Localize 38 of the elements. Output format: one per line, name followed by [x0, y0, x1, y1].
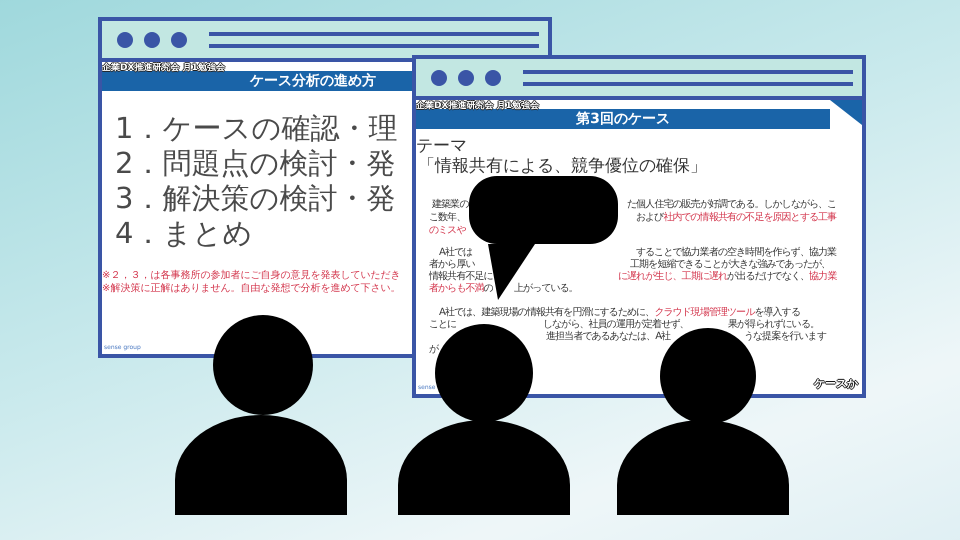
- case-text-fragment: こ数年、: [429, 212, 466, 223]
- case-text-fragment: 工期を短縮できることが大きな強みであったが、: [630, 259, 830, 270]
- theme-label: テーマ: [416, 136, 467, 156]
- caption-text: ケースか: [814, 376, 858, 391]
- note-text: ※２，３，は各事務所の参加者にご自身の意見を発表していただき: [102, 269, 400, 282]
- window-dot-icon[interactable]: [171, 32, 187, 48]
- corner-triangle-icon: [830, 100, 862, 125]
- window-dot-icon[interactable]: [144, 32, 160, 48]
- step-text: 1．ケースの確認・理: [115, 111, 398, 146]
- case-text-fragment: しながら、社員の運用が定着せず、: [543, 319, 689, 330]
- case-text-fragment: た個人住宅の販売が好調である。しかしながら、こ: [627, 199, 836, 210]
- window-dot-icon[interactable]: [458, 70, 474, 86]
- case-text-fragment: うな提案を行います: [744, 331, 826, 342]
- theme-text: 「情報共有による、競争優位の確保」: [418, 156, 707, 177]
- step-text: 4．まとめ: [115, 216, 252, 251]
- window-dot-icon[interactable]: [485, 70, 501, 86]
- case-text-fragment: A社では、建築現場の情報共有を円滑にするために、クラウド現場管理ツールを導入する: [439, 307, 800, 318]
- window-dot-icon[interactable]: [431, 70, 447, 86]
- case-text-fragment: 者からも不満の: [429, 283, 493, 294]
- slide-header: 企業DX推進研究会 月1勉強会: [416, 100, 539, 112]
- case-text-fragment: が: [429, 344, 438, 355]
- case-text-fragment: 建築業の: [432, 199, 468, 210]
- case-text-fragment: 果が得られずにいる。: [728, 319, 820, 330]
- case-text-fragment: 進担当者であるあなたは、A社: [546, 331, 670, 342]
- case-text-fragment: することで協力業者の空き時間を作らず、協力業: [636, 247, 836, 258]
- note-text: ※解決策に正解はありません。自由な発想で分析を進めて下さい。: [102, 282, 400, 295]
- step-text: 3．解決策の検討・発: [115, 181, 396, 216]
- case-text-fragment: 者から厚い: [429, 259, 475, 270]
- window-dot-icon[interactable]: [117, 32, 133, 48]
- step-text: 2．問題点の検討・発: [115, 146, 396, 181]
- case-text-fragment: のミスや: [429, 225, 466, 236]
- case-text-fragment: A社では: [439, 247, 472, 258]
- case-text-fragment: 上がっている。: [514, 283, 578, 294]
- case-text-fragment: に遅れが生じ、工期に遅れが出るだけでなく、協力業: [618, 271, 836, 282]
- case-text-fragment: および社内での情報共有の不足を原因とする工事: [636, 212, 836, 223]
- case-text-fragment: ことに: [429, 319, 456, 330]
- case-text-fragment: 情報共有不足に: [429, 271, 493, 282]
- slide-header: 企業DX推進研究会 月1勉強会: [102, 62, 225, 74]
